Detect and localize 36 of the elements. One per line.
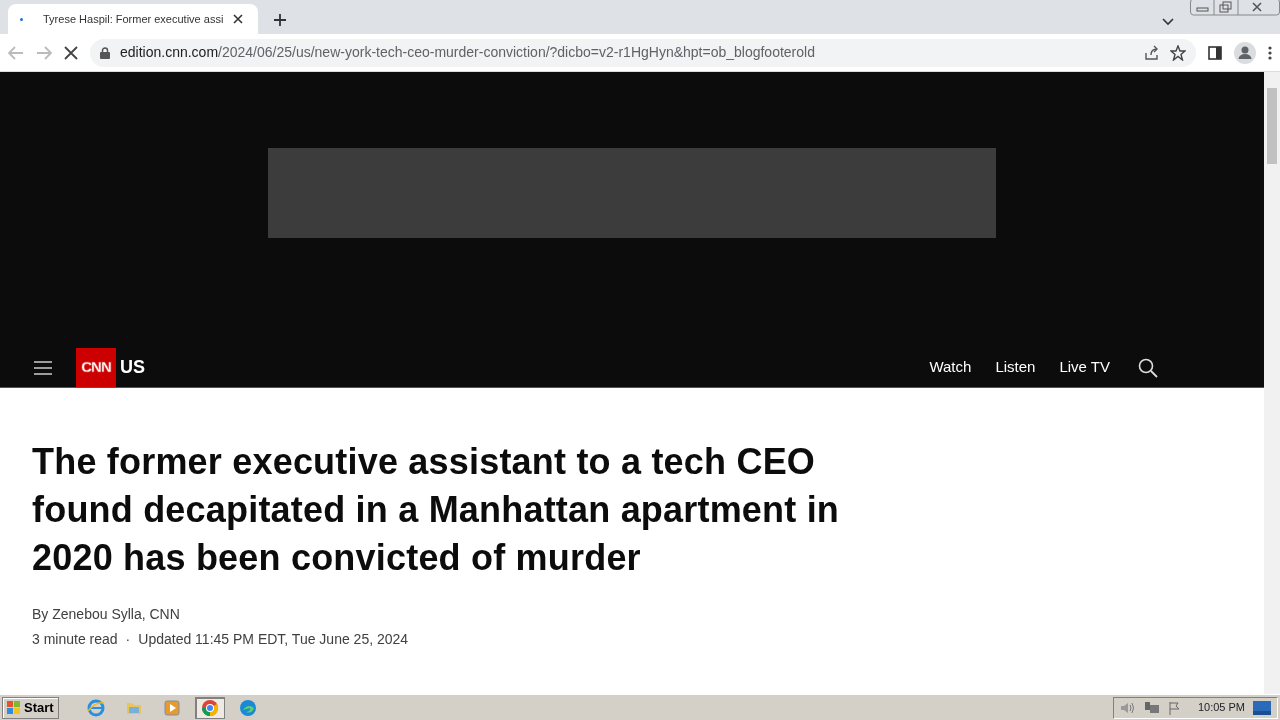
tab-title: Tyrese Haspil: Former executive assi bbox=[43, 11, 224, 27]
url-text: edition.cnn.com/2024/06/25/us/new-york-tech-ceo-murder-conviction/?dicbo=v2-r1HgHyn&hpt=ob_blogfooterold bbox=[120, 43, 815, 62]
close-icon[interactable] bbox=[233, 14, 244, 24]
address-bar[interactable]: edition.cnn.com/2024/06/25/us/new-york-tech-ceo-murder-conviction/?dicbo=v2-r1HgHyn&hpt=ob_blogfooterold bbox=[90, 38, 1196, 67]
chrome-icon[interactable] bbox=[200, 698, 219, 717]
menu-icon[interactable] bbox=[1268, 45, 1272, 60]
scrollbar[interactable] bbox=[1264, 72, 1280, 694]
logo[interactable]: CNN bbox=[76, 348, 116, 387]
search-icon[interactable] bbox=[1138, 357, 1158, 378]
new-tab-icon[interactable] bbox=[274, 14, 286, 26]
share-icon[interactable] bbox=[1144, 44, 1160, 61]
side-panel-icon[interactable] bbox=[1208, 45, 1222, 60]
lock-icon[interactable] bbox=[100, 46, 110, 59]
windows-logo bbox=[7, 700, 21, 715]
section-title[interactable]: US bbox=[120, 354, 145, 381]
browser-tab[interactable]: Tyrese Haspil: Former executive assi bbox=[8, 4, 258, 34]
separator-dot: · bbox=[125, 630, 131, 649]
desktop-icon[interactable] bbox=[1253, 700, 1271, 715]
stop-icon[interactable] bbox=[64, 45, 78, 60]
profile-icon[interactable] bbox=[1234, 41, 1256, 64]
byline: By Zenebou Sylla, CNN bbox=[32, 605, 181, 624]
start-button[interactable]: Start bbox=[2, 696, 59, 719]
updated-time: Updated 11:45 PM EDT, Tue June 25, 2024 bbox=[138, 630, 409, 649]
nav-link[interactable]: Live TV bbox=[1059, 356, 1110, 379]
menu-icon[interactable] bbox=[34, 359, 52, 376]
nav-link[interactable]: Watch bbox=[929, 356, 972, 379]
play-icon[interactable] bbox=[162, 698, 181, 717]
star-icon[interactable] bbox=[1170, 44, 1186, 61]
window-controls-drawing[interactable] bbox=[1190, 0, 1280, 16]
headline: The former executive assistant to a tech CEO found decapitated in a Manhattan apartment in 2020 has been convicted of murder bbox=[32, 440, 841, 580]
network-icon[interactable] bbox=[1143, 700, 1160, 715]
read-time: 3 minute read bbox=[32, 630, 118, 649]
nav-link[interactable]: Listen bbox=[995, 356, 1036, 379]
chevron-down-icon[interactable] bbox=[1162, 18, 1174, 26]
clock: 10:05 PM bbox=[1197, 700, 1245, 716]
flag-icon[interactable] bbox=[1167, 700, 1182, 715]
